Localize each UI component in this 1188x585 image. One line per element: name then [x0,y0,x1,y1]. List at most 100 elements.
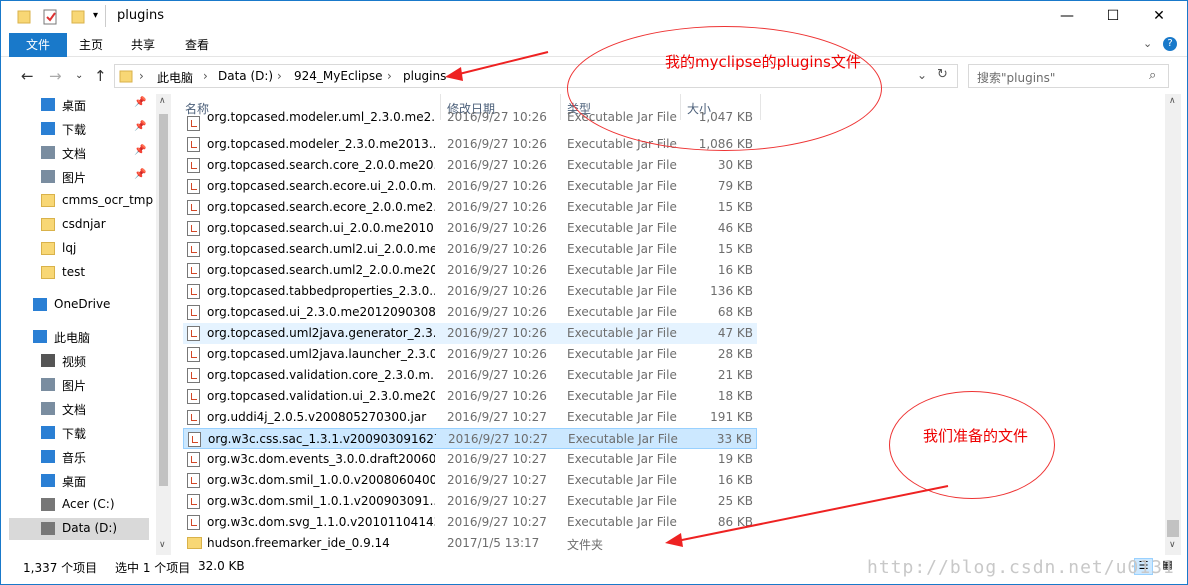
file-row[interactable]: org.topcased.search.uml2_2.0.0.me20... 20… [183,260,757,281]
address-dropdown-icon[interactable]: ⌄ [917,68,927,82]
scroll-up-icon[interactable]: ∧ [1169,96,1176,106]
file-list-scroll-thumb[interactable] [1167,520,1179,537]
maximize-button[interactable]: ☐ [1090,1,1136,31]
pin-icon[interactable]: 📌 [134,145,146,156]
this-pc-icon [33,330,47,343]
nav-item[interactable]: 桌面 📌 [9,94,149,116]
scroll-down-icon[interactable]: ∨ [1169,540,1176,550]
file-row[interactable]: org.topcased.uml2java.launcher_2.3.0... 2… [183,344,757,365]
nav-item-label: csdnjar [62,217,106,231]
nav-item[interactable]: test [9,262,149,284]
folder-icon [119,69,133,86]
pin-icon[interactable]: 📌 [134,121,146,132]
file-row[interactable]: org.w3c.css.sac_1.3.1.v200903091627.... 2… [183,428,757,449]
file-row[interactable]: org.topcased.ui_2.3.0.me2012090308... 201… [183,302,757,323]
tab-share[interactable]: 共享 [123,33,163,57]
file-size: 15 KB [717,242,753,256]
nav-item[interactable]: Acer (C:) [9,494,149,516]
nav-item[interactable]: cmms_ocr_tmp [9,190,153,212]
properties-icon[interactable] [41,8,59,26]
file-size: 21 KB [717,368,753,382]
nav-item[interactable]: lqj [9,238,149,260]
nav-scrollbar[interactable]: ∧ ∨ [156,94,171,555]
nav-item-label: lqj [62,241,77,255]
pin-icon[interactable]: 📌 [134,97,146,108]
breadcrumb-this-pc[interactable]: 此电脑 [157,69,193,86]
file-row[interactable]: org.topcased.search.ecore.ui_2.0.0.m... 2… [183,176,757,197]
nav-item[interactable]: csdnjar [9,214,149,236]
pin-icon[interactable]: 📌 [134,169,146,180]
tab-file[interactable]: 文件 [9,33,67,57]
window-title: plugins [117,8,164,23]
file-type: Executable Jar File [567,410,677,424]
breadcrumb-separator[interactable]: › [139,69,144,83]
search-icon[interactable]: ⌕ [1149,68,1156,83]
nav-item[interactable]: OneDrive [9,294,149,316]
file-row[interactable]: org.topcased.search.uml2.ui_2.0.0.me... 2… [183,239,757,260]
recent-locations-icon[interactable]: ⌄ [75,70,83,81]
jar-file-icon [187,347,200,362]
minimize-button[interactable]: — [1044,1,1090,31]
nav-item-label: cmms_ocr_tmp [62,193,154,207]
new-folder-icon[interactable] [71,8,85,26]
file-row[interactable]: org.topcased.validation.ui_2.3.0.me20...… [183,386,757,407]
file-row[interactable]: org.topcased.validation.core_2.3.0.m... 2… [183,365,757,386]
file-size: 18 KB [717,389,753,403]
file-row[interactable]: org.uddi4j_2.0.5.v200805270300.jar 2016/9… [183,407,757,428]
nav-item[interactable]: 图片 📌 [9,166,149,188]
nav-item[interactable]: 音乐 [9,446,149,468]
file-row[interactable]: org.topcased.search.ecore_2.0.0.me2... 20… [183,197,757,218]
nav-item[interactable]: 图片 [9,374,149,396]
customize-quick-access-icon[interactable]: ▾ [93,10,98,28]
tab-view[interactable]: 查看 [177,33,217,57]
search-input[interactable]: 搜索"plugins" ⌕ [968,64,1169,88]
file-row[interactable]: org.topcased.search.ui_2.0.0.me2010... 20… [183,218,757,239]
breadcrumb-separator[interactable]: › [277,69,282,83]
breadcrumb-plugins[interactable]: plugins [403,69,446,83]
nav-item[interactable]: 桌面 [9,470,149,492]
annotation-oval-top [567,26,882,151]
file-row[interactable]: org.topcased.tabbedproperties_2.3.0... 20… [183,281,757,302]
scroll-up-icon[interactable]: ∧ [159,96,166,106]
help-icon[interactable]: ? [1163,37,1177,51]
sort-ascending-icon: ⌃ [305,94,314,101]
nav-item[interactable]: 视频 [9,350,149,372]
file-date: 2016/9/27 10:26 [447,158,547,172]
file-row[interactable]: org.topcased.search.core_2.0.0.me20... 20… [183,155,757,176]
nav-scroll-thumb[interactable] [159,114,168,486]
scroll-down-icon[interactable]: ∨ [159,540,166,550]
breadcrumb-separator[interactable]: › [387,69,392,83]
file-name: org.topcased.modeler.uml_2.3.0.me2... [207,110,435,124]
nav-item[interactable]: 文档 [9,398,149,420]
file-row[interactable]: org.w3c.dom.events_3.0.0.draft20060... 20… [183,449,757,470]
annotation-top-text: 我的myclipse的plugins文件 [665,53,861,71]
file-name: org.topcased.ui_2.3.0.me2012090308... [207,305,435,319]
chevron-down-icon[interactable]: ⌄ [1143,37,1152,50]
nav-item-label: 文档 [62,403,87,417]
file-type: Executable Jar File [567,305,677,319]
nav-item[interactable]: 此电脑 [9,326,149,348]
nav-item[interactable]: 下载 📌 [9,118,149,140]
forward-arrow-icon[interactable]: → [49,67,62,85]
back-arrow-icon[interactable]: ← [21,67,34,85]
breadcrumb-separator[interactable]: › [203,69,208,83]
file-date: 2016/9/27 10:26 [447,368,547,382]
file-size: 30 KB [717,158,753,172]
pictures-icon [41,378,55,391]
breadcrumb-data-drive[interactable]: Data (D:) [218,69,273,83]
file-list-scrollbar[interactable]: ∧ ∨ [1165,94,1181,555]
jar-file-icon [187,221,200,236]
close-button[interactable]: ✕ [1136,1,1182,31]
nav-item[interactable]: 下载 [9,422,149,444]
tab-home[interactable]: 主页 [71,33,111,57]
nav-item[interactable]: Data (D:) [9,518,149,540]
jar-file-icon [188,432,201,447]
breadcrumb-myeclipse[interactable]: 924_MyEclipse [294,69,382,83]
jar-file-icon [187,326,200,341]
nav-item-label: Data (D:) [62,521,118,535]
nav-item-label: OneDrive [54,297,111,311]
nav-item[interactable]: 文档 📌 [9,142,149,164]
up-arrow-icon[interactable]: ↑ [94,67,107,85]
file-row[interactable]: org.topcased.uml2java.generator_2.3... 20… [183,323,757,344]
refresh-icon[interactable]: ↻ [937,67,948,82]
